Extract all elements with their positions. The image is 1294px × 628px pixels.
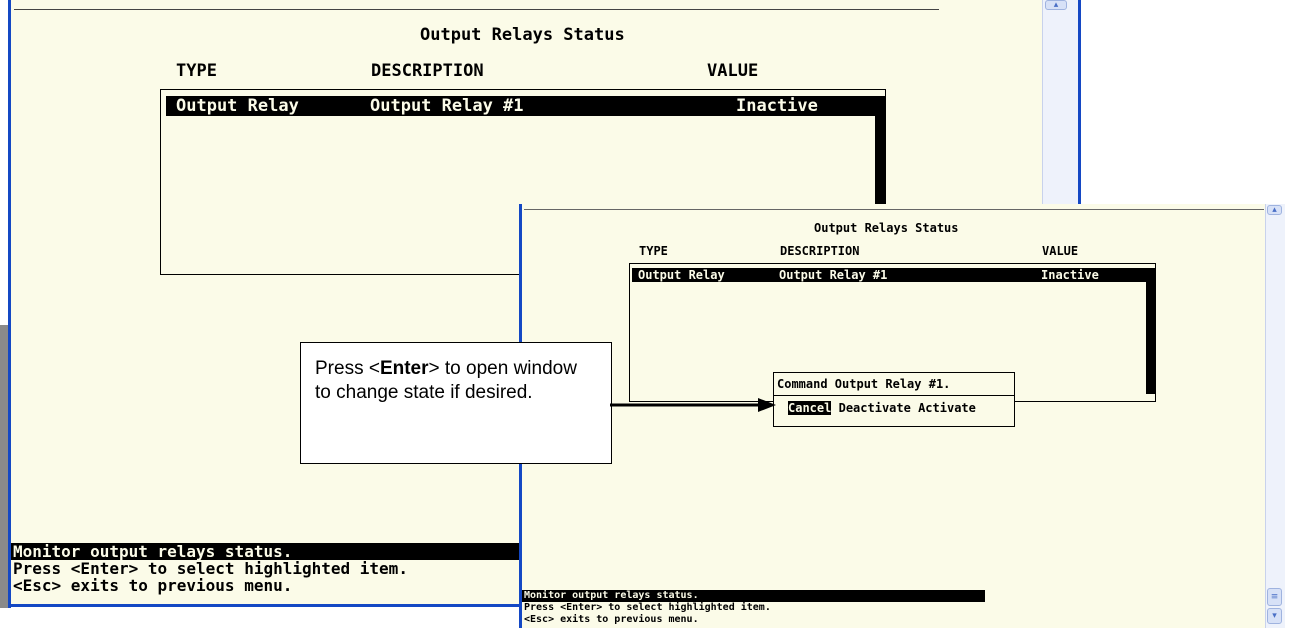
front-terminal-window: ▴ ≡ ▾ Output Relays Status TYPE DESCRIPT…: [519, 204, 1285, 628]
back-list-shadow: [875, 104, 886, 214]
command-dialog-options: Cancel Deactivate Activate: [788, 401, 976, 415]
activate-button[interactable]: Activate: [918, 401, 976, 415]
back-row-type: Output Relay: [176, 96, 299, 116]
front-list-shadow: [1146, 279, 1155, 394]
table-row[interactable]: Output Relay Output Relay #1 Inactive: [166, 96, 886, 116]
front-status-line-1: Monitor output relays status.: [524, 590, 699, 601]
back-column-header-description: DESCRIPTION: [371, 61, 484, 81]
front-column-header-description: DESCRIPTION: [780, 244, 860, 258]
back-status-line-2: Press <Enter> to select highlighted item…: [13, 559, 408, 578]
front-page-title: Output Relays Status: [814, 221, 959, 235]
scroll-thumb[interactable]: ≡: [1267, 588, 1282, 606]
front-window-top-rule: [524, 209, 1264, 210]
callout-arrow-icon: [610, 398, 776, 412]
back-status-line-3: <Esc> exits to previous menu.: [13, 576, 293, 595]
front-row-value: Inactive: [1041, 268, 1099, 282]
command-dialog-title: Command Output Relay #1.: [777, 377, 951, 391]
callout-box: Press <Enter> to open window to change s…: [300, 342, 612, 464]
deactivate-button[interactable]: Deactivate: [839, 401, 911, 415]
back-window-bottom-border: [8, 604, 520, 607]
back-row-description: Output Relay #1: [370, 96, 524, 116]
back-window-scrollbar[interactable]: ▴: [1042, 0, 1078, 210]
command-dialog-divider: [774, 395, 1014, 396]
callout-text: Press <Enter> to open window to change s…: [315, 357, 597, 405]
back-row-value: Inactive: [736, 96, 818, 116]
callout-text-bold: Enter: [379, 358, 429, 379]
front-status-line-2: Press <Enter> to select highlighted item…: [524, 602, 771, 613]
scroll-up-icon[interactable]: ▴: [1267, 205, 1282, 215]
command-dialog: Command Output Relay #1. Cancel Deactiva…: [773, 372, 1015, 427]
front-row-type: Output Relay: [638, 268, 725, 282]
back-status-line-highlight: Monitor output relays status.: [11, 543, 520, 560]
front-column-header-value: VALUE: [1042, 244, 1079, 258]
front-column-header-type: TYPE: [639, 244, 668, 258]
front-status-line-3: <Esc> exits to previous menu.: [524, 614, 699, 625]
table-row[interactable]: Output Relay Output Relay #1 Inactive: [632, 268, 1155, 282]
scroll-down-icon[interactable]: ▾: [1267, 608, 1282, 624]
back-window-left-shade: [0, 325, 8, 608]
back-page-title: Output Relays Status: [420, 25, 625, 45]
callout-text-prefix: Press <: [315, 358, 380, 379]
front-status-line-highlight: Monitor output relays status.: [522, 590, 985, 602]
cancel-button[interactable]: Cancel: [788, 401, 832, 415]
front-row-description: Output Relay #1: [779, 268, 888, 282]
back-column-header-value: VALUE: [707, 61, 759, 81]
front-window-scrollbar[interactable]: ▴ ≡ ▾: [1265, 204, 1285, 628]
back-window-top-rule: [14, 9, 939, 10]
scroll-up-icon[interactable]: ▴: [1045, 0, 1067, 10]
back-column-header-type: TYPE: [176, 61, 217, 81]
